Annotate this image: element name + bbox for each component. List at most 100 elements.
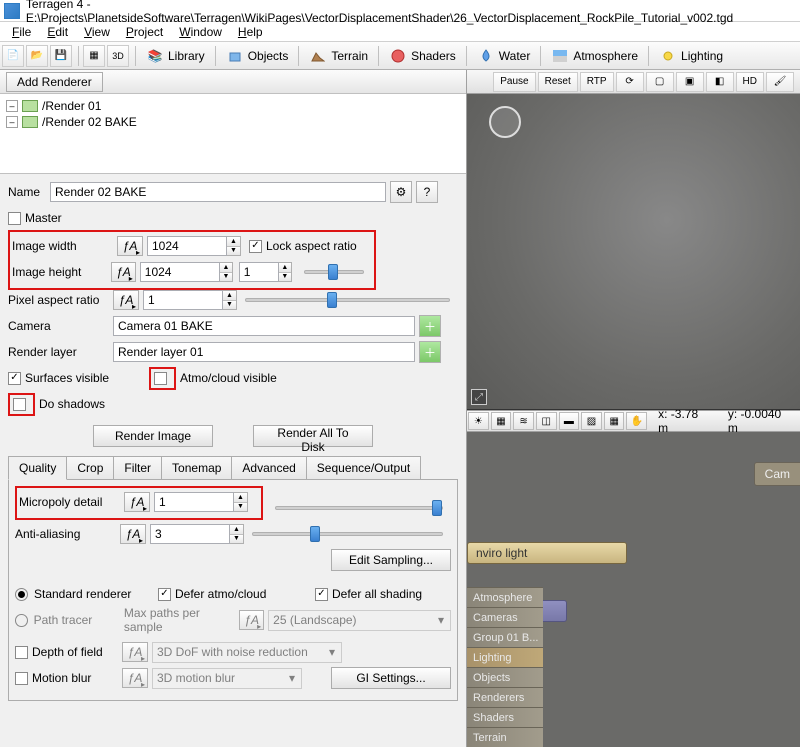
- layer-item[interactable]: Group 01 B...: [467, 627, 543, 647]
- gi-settings-button[interactable]: GI Settings...: [331, 667, 451, 689]
- vp-btn-3-icon[interactable]: ▣: [676, 72, 704, 92]
- render-all-button[interactable]: Render All To Disk: [253, 425, 373, 447]
- fx-button[interactable]: ƒA: [117, 236, 143, 256]
- camera-add-icon[interactable]: ＋: [419, 315, 441, 337]
- compass-icon[interactable]: [489, 106, 521, 138]
- tab-quality[interactable]: Quality: [8, 456, 67, 480]
- image-width-input[interactable]: [147, 236, 227, 256]
- defer-all-checkbox[interactable]: ✓: [315, 588, 328, 601]
- sb-layers-icon[interactable]: ≋: [513, 412, 534, 430]
- tool-new-icon[interactable]: 📄: [2, 45, 24, 67]
- camera-tab[interactable]: Cam: [754, 462, 800, 486]
- tool-3d-icon[interactable]: 3D: [107, 45, 129, 67]
- do-shadows-checkbox[interactable]: [13, 398, 26, 411]
- fx-button[interactable]: ƒA: [120, 524, 146, 544]
- layer-item[interactable]: Shaders: [467, 707, 543, 727]
- sb-sun-icon[interactable]: ☀: [468, 412, 489, 430]
- 3d-viewport[interactable]: ⤢: [467, 94, 800, 410]
- fx-button[interactable]: ƒA: [124, 492, 150, 512]
- edit-sampling-button[interactable]: Edit Sampling...: [331, 549, 451, 571]
- menu-help[interactable]: Help: [230, 23, 271, 41]
- spinner[interactable]: ▲▼: [230, 524, 244, 544]
- sb-mesh-icon[interactable]: ◫: [536, 412, 557, 430]
- add-renderer-button[interactable]: Add Renderer: [6, 72, 103, 92]
- menu-file[interactable]: File: [4, 23, 39, 41]
- tab-crop[interactable]: Crop: [66, 456, 114, 479]
- spinner[interactable]: ▲▼: [279, 262, 292, 282]
- micropoly-slider[interactable]: [275, 506, 443, 510]
- sb-wire-icon[interactable]: ▦: [491, 412, 512, 430]
- spinner[interactable]: ▲▼: [227, 236, 241, 256]
- surfaces-visible-checkbox[interactable]: ✓: [8, 372, 21, 385]
- menu-window[interactable]: Window: [171, 23, 230, 41]
- name-input[interactable]: [50, 182, 386, 202]
- sb-grid-icon[interactable]: ▦: [604, 412, 625, 430]
- vp-btn-1-icon[interactable]: ⟳: [616, 72, 644, 92]
- tab-sequence[interactable]: Sequence/Output: [306, 456, 421, 479]
- pixel-ar-slider[interactable]: [245, 298, 450, 302]
- standard-renderer-radio[interactable]: [15, 588, 28, 601]
- micropoly-input[interactable]: [154, 492, 234, 512]
- section-library[interactable]: 📚Library: [140, 47, 211, 65]
- menu-project[interactable]: Project: [118, 23, 171, 41]
- layer-item[interactable]: Atmosphere: [467, 587, 543, 607]
- section-shaders[interactable]: Shaders: [383, 47, 462, 65]
- spinner[interactable]: ▲▼: [223, 290, 237, 310]
- layer-item[interactable]: Renderers: [467, 687, 543, 707]
- render-layer-add-icon[interactable]: ＋: [419, 341, 441, 363]
- menu-edit[interactable]: Edit: [39, 23, 76, 41]
- tool-open-icon[interactable]: 📂: [26, 45, 48, 67]
- gear-icon[interactable]: ⚙: [390, 181, 412, 203]
- layer-item[interactable]: Cameras: [467, 607, 543, 627]
- help-icon[interactable]: ?: [416, 181, 438, 203]
- tool-save-icon[interactable]: 💾: [50, 45, 72, 67]
- menu-view[interactable]: View: [76, 23, 118, 41]
- node-enviro-light[interactable]: nviro light: [467, 542, 627, 564]
- tab-filter[interactable]: Filter: [113, 456, 162, 479]
- path-tracer-radio[interactable]: [15, 614, 28, 627]
- render-layer-input[interactable]: [113, 342, 415, 362]
- hd-button[interactable]: HD: [736, 72, 764, 92]
- fx-button[interactable]: ƒA: [111, 262, 136, 282]
- section-water[interactable]: Water: [471, 47, 537, 65]
- node-graph[interactable]: nviro light inlight 01 Cam Atmosphere Ca…: [467, 432, 800, 747]
- spinner[interactable]: ▲▼: [220, 262, 233, 282]
- atmo-cloud-checkbox[interactable]: [154, 372, 167, 385]
- lock-aspect-checkbox[interactable]: ✓: [249, 240, 262, 253]
- camera-input[interactable]: [113, 316, 415, 336]
- reset-button[interactable]: Reset: [538, 72, 578, 92]
- tree-row[interactable]: –/Render 01: [0, 98, 466, 114]
- layer-item[interactable]: Lighting: [467, 647, 543, 667]
- vp-btn-4-icon[interactable]: ◧: [706, 72, 734, 92]
- brush-icon[interactable]: 🖌: [766, 72, 794, 92]
- vp-btn-2-icon[interactable]: ▢: [646, 72, 674, 92]
- spinner[interactable]: ▲▼: [234, 492, 248, 512]
- pixel-ar-input[interactable]: [143, 290, 223, 310]
- layer-item[interactable]: Terrain: [467, 727, 543, 747]
- tab-tonemap[interactable]: Tonemap: [161, 456, 232, 479]
- renderer-tree[interactable]: –/Render 01 –/Render 02 BAKE: [0, 94, 466, 174]
- section-lighting[interactable]: Lighting: [653, 47, 729, 65]
- sb-hand-icon[interactable]: ✋: [626, 412, 647, 430]
- motion-blur-checkbox[interactable]: [15, 672, 28, 685]
- tree-toggle-icon[interactable]: –: [6, 116, 18, 128]
- dof-checkbox[interactable]: [15, 646, 28, 659]
- image-height-input[interactable]: [140, 262, 220, 282]
- aa-slider[interactable]: [252, 532, 443, 536]
- height-mult-input[interactable]: [239, 262, 279, 282]
- master-checkbox[interactable]: [8, 212, 21, 225]
- tool-cube-icon[interactable]: ▦: [83, 45, 105, 67]
- render-image-button[interactable]: Render Image: [93, 425, 213, 447]
- section-terrain[interactable]: Terrain: [303, 47, 374, 65]
- aa-input[interactable]: [150, 524, 230, 544]
- defer-atmo-checkbox[interactable]: ✓: [158, 588, 171, 601]
- rtp-button[interactable]: RTP: [580, 72, 614, 92]
- sb-tex-icon[interactable]: ▨: [581, 412, 602, 430]
- height-slider[interactable]: [304, 270, 364, 274]
- section-atmosphere[interactable]: Atmosphere: [545, 47, 644, 65]
- viewport-expand-icon[interactable]: ⤢: [471, 389, 487, 405]
- tab-advanced[interactable]: Advanced: [231, 456, 306, 479]
- tree-row[interactable]: –/Render 02 BAKE: [0, 114, 466, 130]
- tree-toggle-icon[interactable]: –: [6, 100, 18, 112]
- layer-item[interactable]: Objects: [467, 667, 543, 687]
